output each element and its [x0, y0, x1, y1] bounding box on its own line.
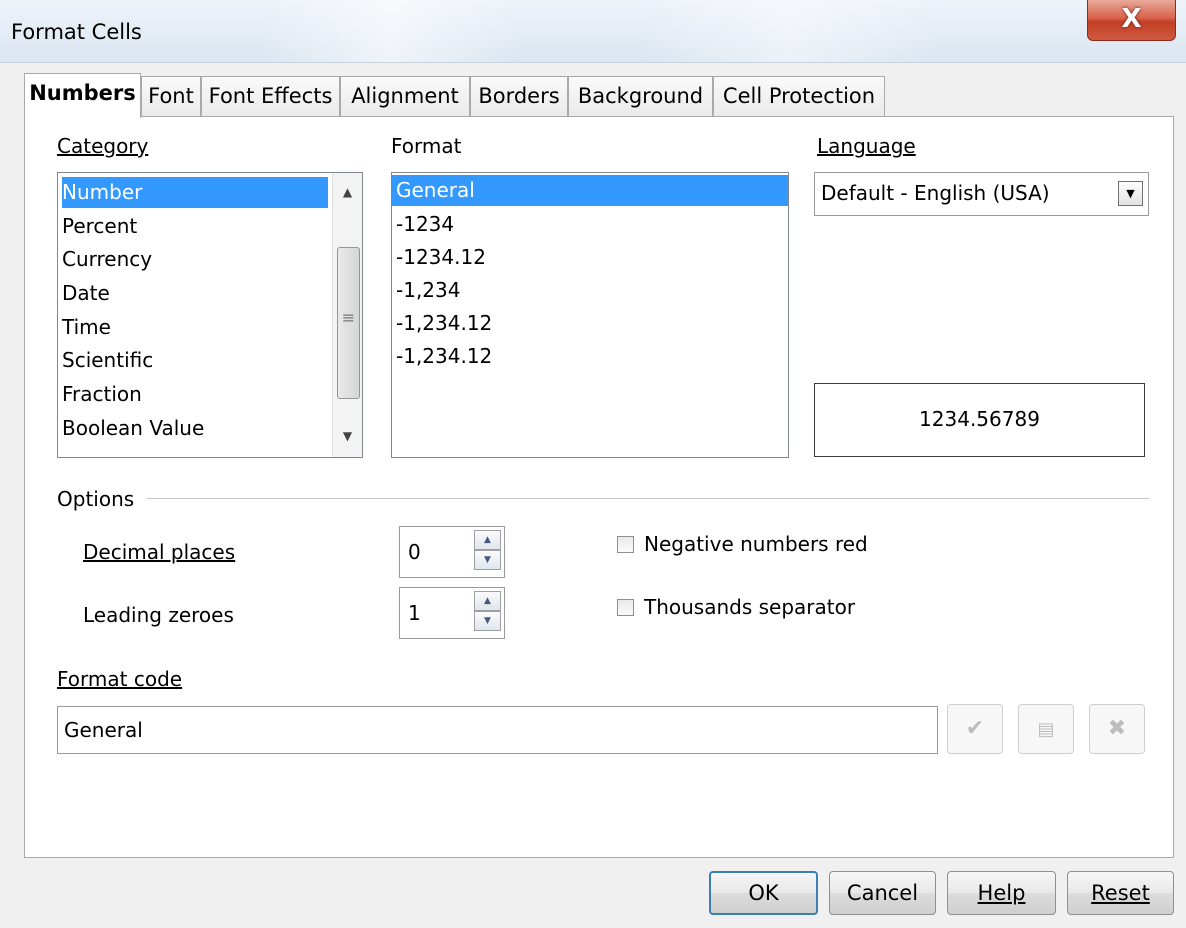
increment-icon[interactable]: ▲: [474, 591, 501, 611]
thousands-separator-label[interactable]: Thousands separator: [644, 595, 855, 619]
delete-x-icon: ✖: [1107, 716, 1127, 741]
list-item[interactable]: Date: [62, 278, 110, 309]
cancel-button[interactable]: Cancel: [829, 871, 936, 915]
scroll-up-icon[interactable]: ▲: [333, 177, 362, 207]
category-list[interactable]: Number Percent Currency Date Time Scient…: [57, 172, 363, 458]
category-label: Category: [57, 134, 149, 158]
reset-button-label: Reset: [1091, 881, 1150, 905]
list-item[interactable]: Boolean Value: [62, 413, 204, 444]
tab-numbers[interactable]: Numbers: [24, 73, 141, 118]
numbers-panel: Category Number Percent Currency Date Ti…: [24, 116, 1174, 858]
tab-background[interactable]: Background: [568, 76, 713, 116]
checkmark-icon: ✔: [965, 716, 985, 741]
negative-red-label[interactable]: Negative numbers red: [644, 532, 868, 556]
close-icon: X: [1121, 4, 1142, 34]
list-item[interactable]: -1,234: [396, 275, 460, 306]
title-bar-glass: [640, 0, 940, 62]
scrollbar-thumb[interactable]: ≡: [337, 247, 360, 399]
list-item[interactable]: Scientific: [62, 345, 153, 376]
decimal-places-stepper[interactable]: 0 ▲ ▼: [399, 526, 505, 578]
language-select[interactable]: Default - English (USA) ▼: [814, 172, 1149, 216]
dropdown-arrow-icon[interactable]: ▼: [1118, 181, 1143, 206]
tab-alignment[interactable]: Alignment: [340, 76, 470, 116]
scroll-down-icon[interactable]: ▼: [333, 421, 362, 451]
stepper-buttons: ▲ ▼: [474, 530, 501, 570]
language-label: Language: [817, 134, 916, 158]
list-item[interactable]: Time: [62, 312, 111, 343]
comment-icon: ▤: [1037, 719, 1055, 740]
accept-button[interactable]: ✔: [947, 704, 1003, 754]
help-button-label: Help: [977, 881, 1026, 905]
close-button[interactable]: X: [1087, 0, 1176, 41]
format-code-label: Format code: [57, 667, 183, 691]
format-list[interactable]: General -1234 -1234.12 -1,234 -1,234.12 …: [391, 172, 789, 458]
increment-icon[interactable]: ▲: [474, 530, 501, 550]
tab-font-effects[interactable]: Font Effects: [201, 76, 340, 116]
options-label: Options: [57, 487, 135, 511]
help-button[interactable]: Help: [947, 871, 1056, 915]
title-bar-glass: [260, 0, 520, 62]
thousands-separator-checkbox[interactable]: [617, 599, 634, 616]
grip-icon: ≡: [341, 308, 356, 327]
format-code-input[interactable]: General: [57, 706, 938, 754]
list-item[interactable]: -1234.12: [396, 242, 486, 273]
options-separator: [147, 498, 1149, 499]
window-title: Format Cells: [11, 20, 142, 44]
list-item[interactable]: -1,234.12: [396, 341, 492, 372]
leading-zeroes-label: Leading zeroes: [83, 603, 234, 627]
stepper-buttons: ▲ ▼: [474, 591, 501, 631]
list-item[interactable]: Number: [62, 177, 328, 208]
decimal-places-value: 0: [408, 540, 421, 564]
title-bar[interactable]: Format Cells X: [0, 0, 1186, 63]
list-item[interactable]: General: [392, 175, 788, 206]
list-item[interactable]: Percent: [62, 211, 137, 242]
ok-button[interactable]: OK: [709, 871, 818, 915]
leading-zeroes-value: 1: [408, 601, 421, 625]
delete-button[interactable]: ✖: [1089, 704, 1145, 754]
list-item[interactable]: -1,234.12: [396, 308, 492, 339]
decimal-places-label: Decimal places: [83, 540, 236, 564]
reset-button[interactable]: Reset: [1067, 871, 1174, 915]
format-label: Format: [391, 134, 462, 158]
add-comment-button[interactable]: ▤: [1018, 704, 1074, 754]
leading-zeroes-stepper[interactable]: 1 ▲ ▼: [399, 587, 505, 639]
list-item[interactable]: Fraction: [62, 379, 142, 410]
negative-red-checkbox[interactable]: [617, 536, 634, 553]
list-item[interactable]: Currency: [62, 244, 152, 275]
language-value: Default - English (USA): [821, 181, 1050, 205]
category-scrollbar[interactable]: ▲ ≡ ▼: [332, 173, 362, 457]
decrement-icon[interactable]: ▼: [474, 550, 501, 570]
decrement-icon[interactable]: ▼: [474, 611, 501, 631]
format-code-value: General: [64, 718, 143, 742]
format-preview: 1234.56789: [814, 383, 1145, 457]
tab-borders[interactable]: Borders: [470, 76, 568, 116]
tab-cell-protection[interactable]: Cell Protection: [713, 76, 885, 116]
tab-font[interactable]: Font: [141, 76, 201, 116]
list-item[interactable]: -1234: [396, 209, 454, 240]
